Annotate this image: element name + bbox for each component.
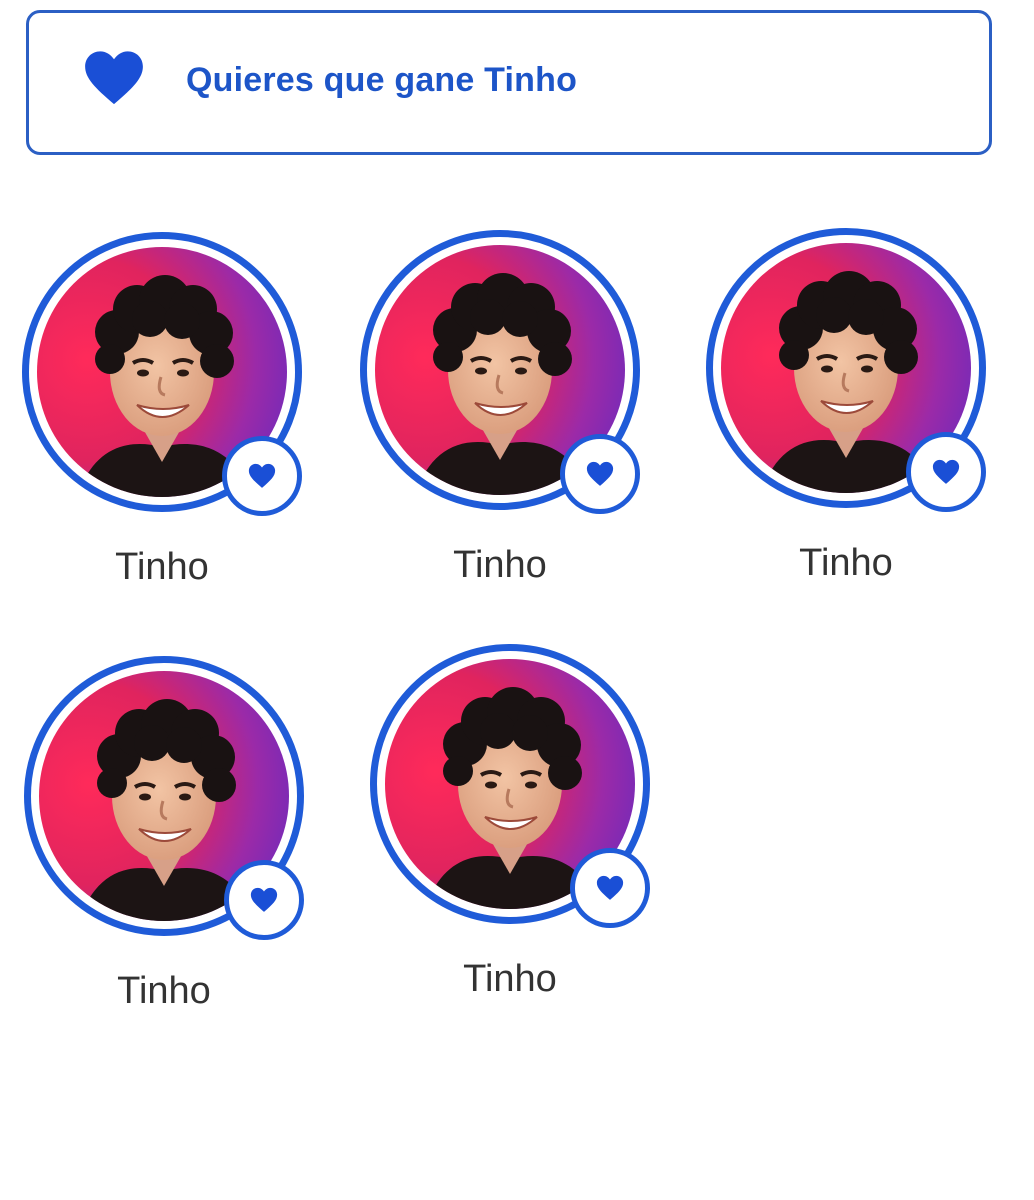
vote-heart-button[interactable] (906, 432, 986, 512)
contestant-name: Tinho (117, 970, 211, 1012)
heart-icon (248, 463, 276, 488)
contestant-card[interactable]: Tinho (22, 232, 322, 612)
heart-icon (596, 875, 624, 900)
vote-heart-button[interactable] (224, 860, 304, 940)
contestant-name: Tinho (453, 544, 547, 586)
vote-page: Quieres que gane Tinho Tinho Tinho Tinho (0, 0, 1034, 1200)
vote-heart-button[interactable] (222, 436, 302, 516)
vote-prompt-card[interactable]: Quieres que gane Tinho (26, 10, 992, 155)
vote-prompt-text: Quieres que gane Tinho (186, 61, 578, 99)
heart-icon (81, 45, 147, 111)
heart-icon (932, 459, 960, 484)
vote-heart-button[interactable] (560, 434, 640, 514)
heart-icon (586, 461, 614, 486)
contestant-card[interactable]: Tinho (370, 644, 670, 1024)
contestant-card[interactable]: Tinho (360, 230, 660, 610)
vote-heart-button[interactable] (570, 848, 650, 928)
heart-icon (250, 887, 278, 912)
contestant-name: Tinho (115, 546, 209, 588)
contestant-card[interactable]: Tinho (706, 228, 1006, 608)
contestant-name: Tinho (799, 542, 893, 584)
contestant-card[interactable]: Tinho (24, 656, 324, 1036)
contestant-name: Tinho (463, 958, 557, 1000)
